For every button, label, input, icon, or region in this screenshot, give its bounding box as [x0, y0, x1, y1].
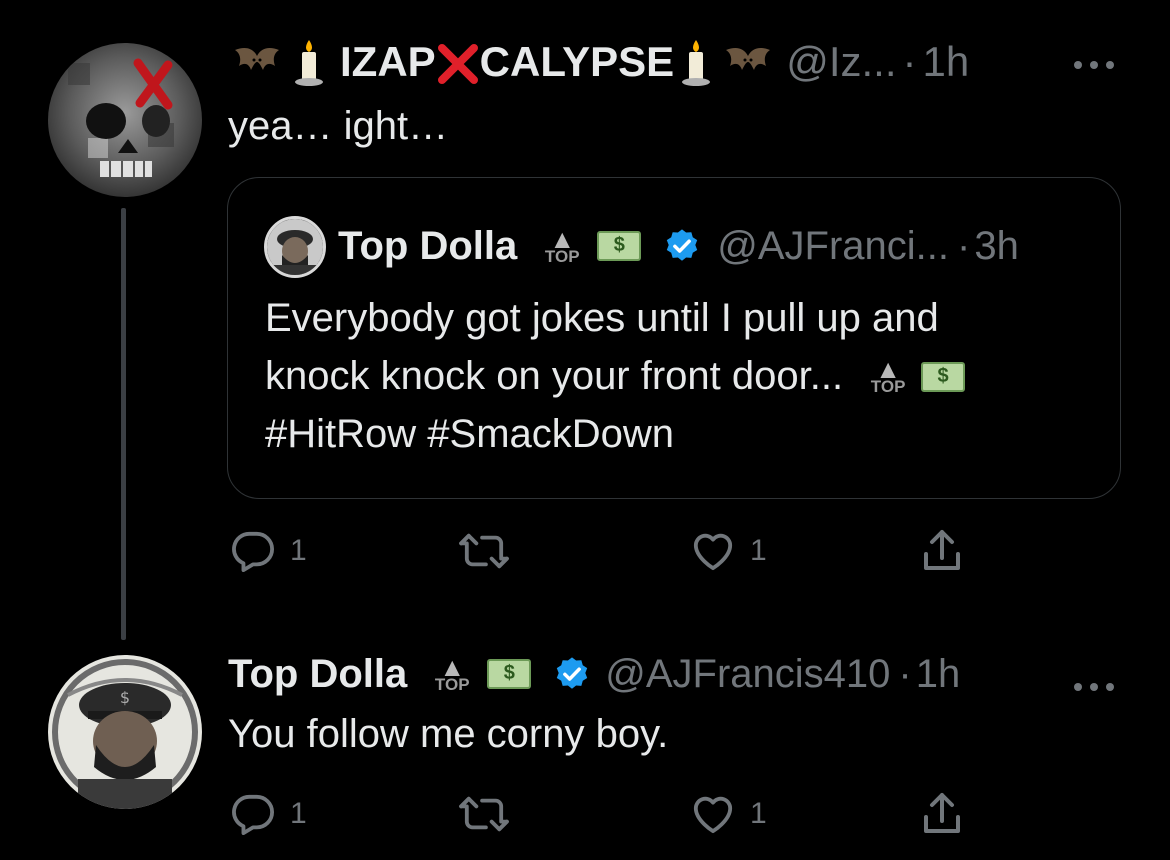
- tweet2-like-button[interactable]: 1: [690, 793, 767, 835]
- red-x-icon: [436, 38, 480, 87]
- tweet2-timestamp[interactable]: 1h: [916, 652, 961, 697]
- quote-text-line2: knock knock on your front door...: [265, 354, 844, 398]
- tweet1-share-button[interactable]: [920, 528, 978, 574]
- tweet2-display-name[interactable]: Top Dolla: [228, 652, 407, 697]
- quote-header: Top Dolla ▲ TOP @AJFranci... · 3h: [338, 218, 1019, 274]
- tweet1-handle[interactable]: @Iz...: [786, 38, 896, 86]
- tweet2-separator: ·: [898, 651, 912, 696]
- bat-emoji: [230, 42, 284, 82]
- tweet2-like-count: 1: [750, 797, 767, 830]
- quote-separator: ·: [957, 223, 971, 268]
- quote-text-line1: Everybody got jokes until I pull up and: [265, 296, 939, 340]
- share-icon: [920, 528, 964, 574]
- tweet1-like-count: 1: [750, 534, 767, 567]
- bat-emoji-2: [718, 42, 778, 82]
- tweet1-reply-button[interactable]: 1: [230, 530, 307, 572]
- quote-timestamp[interactable]: 3h: [974, 224, 1019, 269]
- money-emoji: [597, 231, 642, 261]
- avatar-izapocalypse[interactable]: [48, 43, 202, 197]
- quote-text-line2-row: knock knock on your front door... ▲ TOP: [265, 354, 966, 399]
- tweet1-text: yea… ight…: [228, 104, 449, 148]
- tweet2-handle[interactable]: @AJFrancis410: [605, 652, 890, 697]
- tweet2-top-label: TOP: [434, 674, 470, 694]
- tweet1-separator: ·: [902, 38, 917, 85]
- tweet1-retweet-button[interactable]: [458, 530, 524, 572]
- quote-display-name[interactable]: Top Dolla: [338, 224, 517, 269]
- top-arrow-emoji-2: ▲ TOP: [434, 651, 470, 694]
- tweet1-timestamp[interactable]: 1h: [923, 38, 970, 86]
- reply-icon-2: [230, 793, 276, 835]
- avatar-topdolla[interactable]: $: [48, 655, 202, 809]
- quote-hashtags[interactable]: #HitRow #SmackDown: [265, 412, 674, 457]
- candle-emoji: [284, 38, 334, 86]
- thread-connector-line: [121, 208, 126, 640]
- tweet2-header: Top Dolla ▲ TOP @AJFrancis410 · 1h: [228, 646, 960, 702]
- tweet1-like-button[interactable]: 1: [690, 530, 767, 572]
- like-icon: [690, 530, 736, 572]
- retweet-icon: [458, 530, 510, 572]
- reply-icon: [230, 530, 276, 572]
- quote-handle[interactable]: @AJFranci...: [717, 224, 949, 269]
- tweet2-reply-button[interactable]: 1: [230, 793, 307, 835]
- top-arrow-inline-label: TOP: [870, 377, 906, 397]
- money-emoji-inline: [921, 361, 966, 392]
- tweet2-retweet-button[interactable]: [458, 793, 524, 835]
- money-emoji-2: [487, 659, 532, 689]
- tweet2-share-button[interactable]: [920, 791, 978, 837]
- share-icon-2: [920, 791, 964, 837]
- top-arrow-label: TOP: [544, 246, 580, 266]
- tweet1-display-name-right[interactable]: CALYPSE: [480, 38, 675, 86]
- quote-avatar-topdolla: [264, 216, 326, 278]
- candle-emoji-2: [674, 38, 718, 86]
- tweet1-display-name-left[interactable]: IZAP: [340, 38, 436, 86]
- retweet-icon-2: [458, 793, 510, 835]
- tweet2-reply-count: 1: [290, 797, 307, 830]
- verified-badge-icon: [663, 227, 701, 265]
- tweet1-more-icon[interactable]: [1072, 44, 1116, 78]
- tweet2-more-icon[interactable]: [1072, 666, 1116, 700]
- tweet1-reply-count: 1: [290, 534, 307, 567]
- svg-text:$: $: [120, 688, 130, 707]
- top-arrow-emoji: ▲ TOP: [544, 223, 580, 266]
- like-icon-2: [690, 793, 736, 835]
- verified-badge-icon-2: [553, 655, 591, 693]
- top-arrow-emoji-inline: ▲ TOP: [870, 354, 906, 397]
- tweet2-text: You follow me corny boy.: [228, 712, 669, 756]
- tweet1-header: IZAP CALYPSE @Iz... · 1h: [230, 34, 969, 90]
